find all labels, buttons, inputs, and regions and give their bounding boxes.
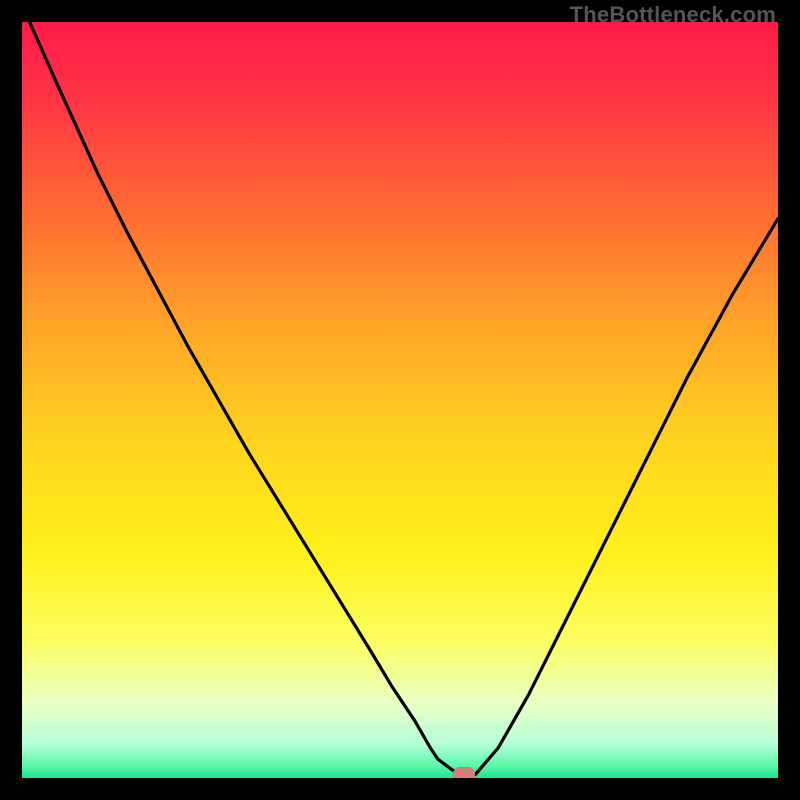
- chart-plot-area: [22, 22, 778, 778]
- chart-background: [22, 22, 778, 778]
- chart-svg: [22, 22, 778, 778]
- chart-frame: TheBottleneck.com: [0, 0, 800, 800]
- watermark-text: TheBottleneck.com: [570, 2, 776, 28]
- chart-marker: [453, 767, 475, 778]
